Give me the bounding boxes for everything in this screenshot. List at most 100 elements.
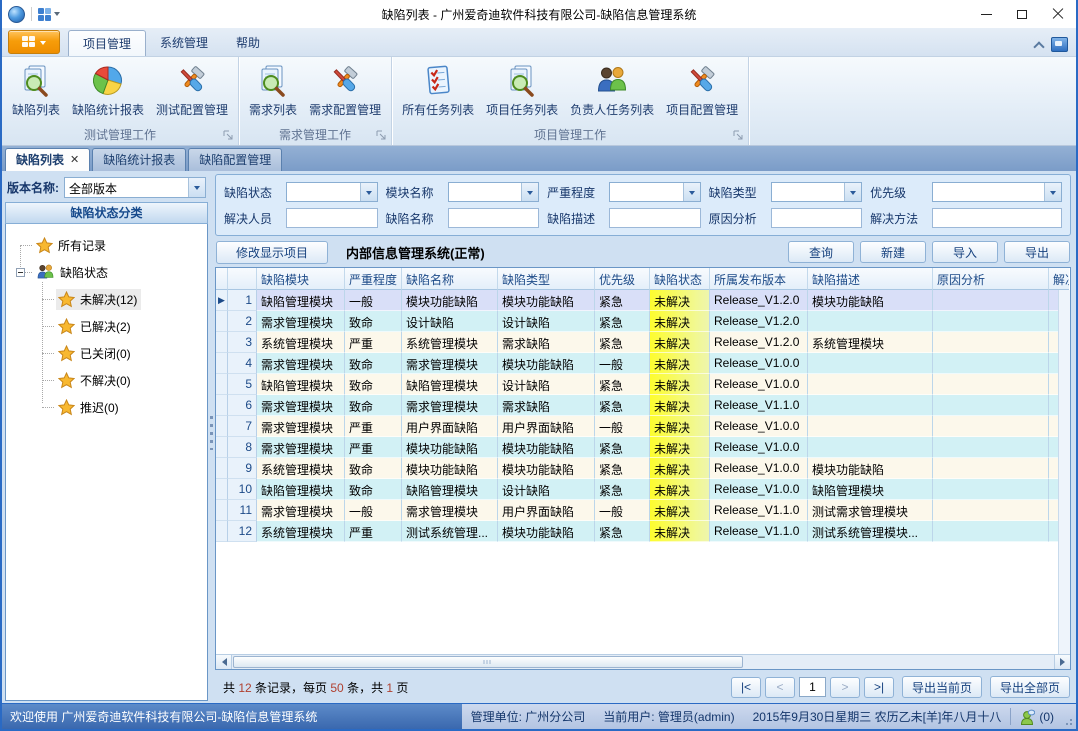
column-header[interactable]: 原因分析 [933,268,1049,290]
prev-page-button[interactable]: < [765,677,795,698]
next-page-button[interactable]: > [830,677,860,698]
dropdown-button[interactable] [683,183,700,201]
scrollbar-thumb[interactable] [233,656,743,668]
vertical-scrollbar[interactable] [1058,290,1070,654]
table-row[interactable]: 6需求管理模块致命需求管理模块需求缺陷紧急未解决Release_V1.1.0 [216,395,1070,416]
table-row[interactable]: 9系统管理模块致命模块功能缺陷模块功能缺陷紧急未解决Release_V1.0.0… [216,458,1070,479]
table-cell: 需求管理模块 [257,311,345,332]
about-icon[interactable] [1051,37,1068,52]
ribbon-btn-all-tasks[interactable]: 所有任务列表 [396,62,480,120]
resolver-input[interactable] [286,208,378,228]
table-cell: 缺陷管理模块 [257,479,345,500]
query-button[interactable]: 查询 [788,241,854,263]
chevron-down-icon [366,191,372,198]
column-header[interactable]: 缺陷名称 [402,268,498,290]
dialog-launcher-icon[interactable] [376,130,387,141]
column-header[interactable]: 缺陷状态 [650,268,710,290]
table-row[interactable]: 7需求管理模块严重用户界面缺陷用户界面缺陷一般未解决Release_V1.0.0 [216,416,1070,437]
column-header[interactable]: 严重程度 [345,268,402,290]
minimize-button[interactable] [968,0,1004,28]
scroll-right-button[interactable] [1054,655,1070,669]
tree-item-unresolved[interactable]: 未解决(12) [42,286,207,313]
version-combo[interactable]: 全部版本 [64,177,206,198]
ribbon-tab-system[interactable]: 系统管理 [146,30,222,56]
solution-input[interactable] [932,208,1062,228]
close-tab-icon[interactable]: ✕ [70,149,79,171]
tab-defect-config[interactable]: 缺陷配置管理 [188,148,282,171]
close-button[interactable] [1040,0,1076,28]
column-header[interactable]: 优先级 [595,268,650,290]
column-header[interactable]: 所属发布版本 [710,268,808,290]
ribbon-btn-req-list[interactable]: 需求列表 [243,62,303,120]
chevron-down-icon [689,191,695,198]
import-button[interactable]: 导入 [932,241,998,263]
defect-status-combo[interactable] [286,182,378,202]
scrollbar-track[interactable] [232,655,1054,669]
dropdown-button[interactable] [521,183,538,201]
modify-columns-button[interactable]: 修改显示项目 [216,241,328,264]
resize-grip[interactable] [1062,704,1076,729]
defect-desc-input[interactable] [609,208,701,228]
table-row[interactable]: ▶1缺陷管理模块一般模块功能缺陷模块功能缺陷紧急未解决Release_V1.2.… [216,290,1070,311]
module-name-combo[interactable] [448,182,540,202]
dialog-launcher-icon[interactable] [223,130,234,141]
page-number-input[interactable] [799,677,826,697]
tree-item-resolved[interactable]: 已解决(2) [42,313,207,340]
people-icon [595,64,629,98]
maximize-button[interactable] [1004,0,1040,28]
table-cell: 缺陷管理模块 [257,374,345,395]
ribbon-btn-defect-list[interactable]: 缺陷列表 [6,62,66,120]
table-row[interactable]: 5缺陷管理模块致命缺陷管理模块设计缺陷紧急未解决Release_V1.0.0 [216,374,1070,395]
ribbon-btn-project-config[interactable]: 项目配置管理 [660,62,744,120]
tree-item-all-records[interactable]: 所有记录 [14,232,207,259]
dropdown-button[interactable] [1044,183,1061,201]
tree-item-wont-fix[interactable]: 不解决(0) [42,367,207,394]
table-row[interactable]: 3系统管理模块严重系统管理模块需求缺陷紧急未解决Release_V1.2.0系统… [216,332,1070,353]
last-page-button[interactable]: >| [864,677,894,698]
row-indicator: ▶ [216,290,228,311]
table-row[interactable]: 2需求管理模块致命设计缺陷设计缺陷紧急未解决Release_V1.2.0 [216,311,1070,332]
ribbon-btn-project-tasks[interactable]: 项目任务列表 [480,62,564,120]
quick-access-toolbar[interactable] [38,8,60,21]
column-header[interactable]: 解决方法 [1049,268,1069,290]
defect-name-input[interactable] [448,208,540,228]
table-row[interactable]: 12系统管理模块严重测试系统管理...模块功能缺陷紧急未解决Release_V1… [216,521,1070,542]
export-current-page-button[interactable]: 导出当前页 [902,676,982,698]
ribbon-btn-req-config[interactable]: 需求配置管理 [303,62,387,120]
table-row[interactable]: 4需求管理模块致命需求管理模块模块功能缺陷一般未解决Release_V1.0.0 [216,353,1070,374]
column-header[interactable]: 缺陷模块 [257,268,345,290]
cause-analysis-input[interactable] [771,208,863,228]
dropdown-button[interactable] [844,183,861,201]
tab-defect-report[interactable]: 缺陷统计报表 [92,148,186,171]
table-row[interactable]: 8需求管理模块严重模块功能缺陷模块功能缺陷紧急未解决Release_V1.0.0 [216,437,1070,458]
ribbon-btn-test-config[interactable]: 测试配置管理 [150,62,234,120]
scroll-left-button[interactable] [216,655,232,669]
tree-item-postponed[interactable]: 推迟(0) [42,394,207,421]
dialog-launcher-icon[interactable] [733,130,744,141]
first-page-button[interactable]: |< [731,677,761,698]
collapse-ribbon-icon[interactable] [1033,41,1044,52]
severity-combo[interactable] [609,182,701,202]
dropdown-button[interactable] [188,178,205,197]
column-header[interactable]: 缺陷描述 [808,268,933,290]
dropdown-button[interactable] [360,183,377,201]
splitter[interactable] [208,174,215,701]
ribbon-btn-owner-tasks[interactable]: 负责人任务列表 [564,62,660,120]
new-button[interactable]: 新建 [860,241,926,263]
defect-type-combo[interactable] [771,182,863,202]
table-row[interactable]: 11需求管理模块一般需求管理模块用户界面缺陷一般未解决Release_V1.1.… [216,500,1070,521]
horizontal-scrollbar[interactable] [216,654,1070,669]
priority-combo[interactable] [932,182,1062,202]
app-menu-button[interactable] [8,30,60,54]
export-button[interactable]: 导出 [1004,241,1070,263]
ribbon-tab-project[interactable]: 项目管理 [68,30,146,56]
collapse-node-icon[interactable] [16,268,25,277]
export-all-pages-button[interactable]: 导出全部页 [990,676,1070,698]
column-header[interactable]: 缺陷类型 [498,268,595,290]
messages-indicator[interactable]: (0) [1011,704,1062,729]
ribbon-tab-help[interactable]: 帮助 [222,30,274,56]
table-row[interactable]: 10缺陷管理模块致命缺陷管理模块设计缺陷紧急未解决Release_V1.0.0缺… [216,479,1070,500]
tab-defect-list[interactable]: 缺陷列表 ✕ [5,148,90,171]
ribbon-btn-defect-report[interactable]: 缺陷统计报表 [66,62,150,120]
tree-item-closed[interactable]: 已关闭(0) [42,340,207,367]
